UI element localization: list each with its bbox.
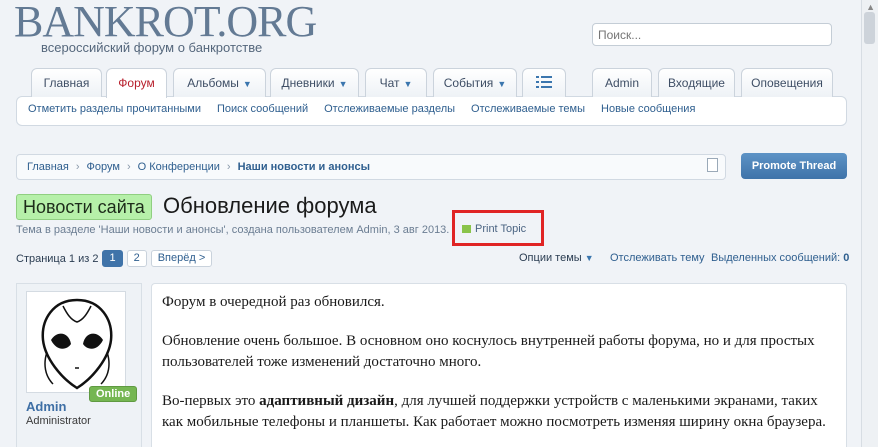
document-icon[interactable] [707, 158, 718, 172]
chevron-down-icon: ▼ [338, 79, 348, 89]
tab-admin[interactable]: Admin [592, 68, 652, 97]
subnav-watched-forums[interactable]: Отслеживаемые разделы [324, 103, 455, 115]
post-text-span: Во-первых это [162, 393, 260, 409]
chevron-down-icon: ▼ [584, 253, 594, 263]
vertical-scrollbar[interactable]: ▲ [861, 0, 878, 447]
alien-avatar-icon [41, 298, 113, 390]
tab-albums-label: Альбомы [187, 76, 239, 90]
thread-prefix-badge[interactable]: Новости сайта [16, 194, 152, 220]
breadcrumb-news[interactable]: Наши новости и анонсы [238, 161, 370, 173]
page-counter: Страница 1 из 2 [16, 252, 99, 265]
breadcrumb-about[interactable]: О Конференции [138, 161, 220, 173]
post-paragraph: Форум в очередной раз обновился. [162, 294, 385, 310]
tab-diaries-label: Дневники [281, 76, 335, 90]
tab-events[interactable]: События ▼ [433, 68, 517, 97]
thread-meta: Тема в разделе 'Наши новости и анонсы', … [16, 224, 450, 236]
tab-diaries[interactable]: Дневники ▼ [270, 68, 359, 97]
tab-more[interactable] [522, 68, 566, 97]
tab-chat-label: Чат [379, 76, 400, 90]
breadcrumb: Главная › Форум › О Конференции › Наши н… [16, 154, 726, 180]
pagination: Страница 1 из 2 1 2 Вперёд > [16, 250, 213, 267]
tab-home[interactable]: Главная [31, 68, 102, 97]
logo-main-text: BANKROT.ORG [14, 0, 317, 46]
scroll-up-arrow-icon[interactable]: ▲ [866, 2, 875, 12]
online-status-badge: Online [89, 386, 138, 402]
tab-albums[interactable]: Альбомы ▼ [173, 68, 266, 97]
post-author-role: Administrator [26, 415, 91, 427]
breadcrumb-home[interactable]: Главная [27, 161, 69, 173]
tab-home-label: Главная [43, 76, 90, 90]
chevron-down-icon: ▼ [497, 79, 507, 89]
subnav-links: Отметить разделы прочитанными Поиск сооб… [28, 103, 695, 115]
tab-inbox-label: Входящие [668, 76, 725, 90]
selected-posts-label: Выделенных сообщений: [711, 252, 841, 264]
post-paragraph: Во-первых это адаптивный дизайн, для луч… [162, 391, 836, 433]
tab-alerts-label: Оповещения [751, 76, 823, 90]
subnav-watched-threads[interactable]: Отслеживаемые темы [471, 103, 585, 115]
page-1-button[interactable]: 1 [102, 250, 123, 267]
tab-admin-label: Admin [604, 76, 639, 90]
search-input[interactable] [592, 23, 832, 46]
tab-events-label: События [443, 76, 494, 90]
subnav-search-posts[interactable]: Поиск сообщений [217, 103, 308, 115]
tab-alerts[interactable]: Оповещения [741, 68, 833, 97]
breadcrumb-forum[interactable]: Форум [87, 161, 120, 173]
tab-forum-label: Форум [118, 76, 155, 90]
printer-icon [462, 225, 471, 233]
chevron-down-icon: ▼ [242, 79, 252, 89]
thread-title: Обновление форума [163, 193, 377, 218]
tab-forum[interactable]: Форум [106, 68, 167, 98]
next-page-button[interactable]: Вперёд > [150, 250, 213, 267]
post-bold-text: адаптивный дизайн [259, 393, 395, 409]
tab-chat[interactable]: Чат ▼ [365, 68, 427, 97]
selected-posts-count: 0 [843, 252, 850, 264]
site-logo[interactable]: BANKROT.ORG всероссийский форум о банкро… [14, 0, 317, 55]
avatar[interactable] [26, 291, 126, 393]
breadcrumb-separator: › [75, 161, 80, 173]
thread-options-label: Опции темы [519, 252, 582, 264]
chevron-down-icon: ▼ [403, 79, 413, 89]
menu-icon [536, 76, 552, 88]
promote-thread-button[interactable]: Promote Thread [741, 153, 847, 179]
breadcrumb-separator: › [126, 161, 131, 173]
post-paragraph: Обновление очень большое. В основном оно… [162, 333, 815, 370]
scroll-thumb[interactable] [864, 12, 875, 44]
thread-options-dropdown[interactable]: Опции темы ▼ [519, 252, 594, 264]
post-body: Форум в очередной раз обновился. Обновле… [151, 283, 847, 447]
selected-posts-link[interactable]: Выделенных сообщений: 0 [711, 252, 849, 264]
breadcrumb-separator: › [226, 161, 231, 173]
subnav-mark-read[interactable]: Отметить разделы прочитанными [28, 103, 201, 115]
subnav-new-posts[interactable]: Новые сообщения [601, 103, 695, 115]
page-2-button[interactable]: 2 [126, 250, 147, 267]
tab-inbox[interactable]: Входящие [658, 68, 735, 97]
print-topic-label: Print Topic [475, 223, 527, 235]
watch-thread-link[interactable]: Отслеживать тему [610, 252, 705, 264]
post-author-name[interactable]: Admin [26, 399, 66, 414]
print-topic-link[interactable]: Print Topic [462, 223, 526, 235]
